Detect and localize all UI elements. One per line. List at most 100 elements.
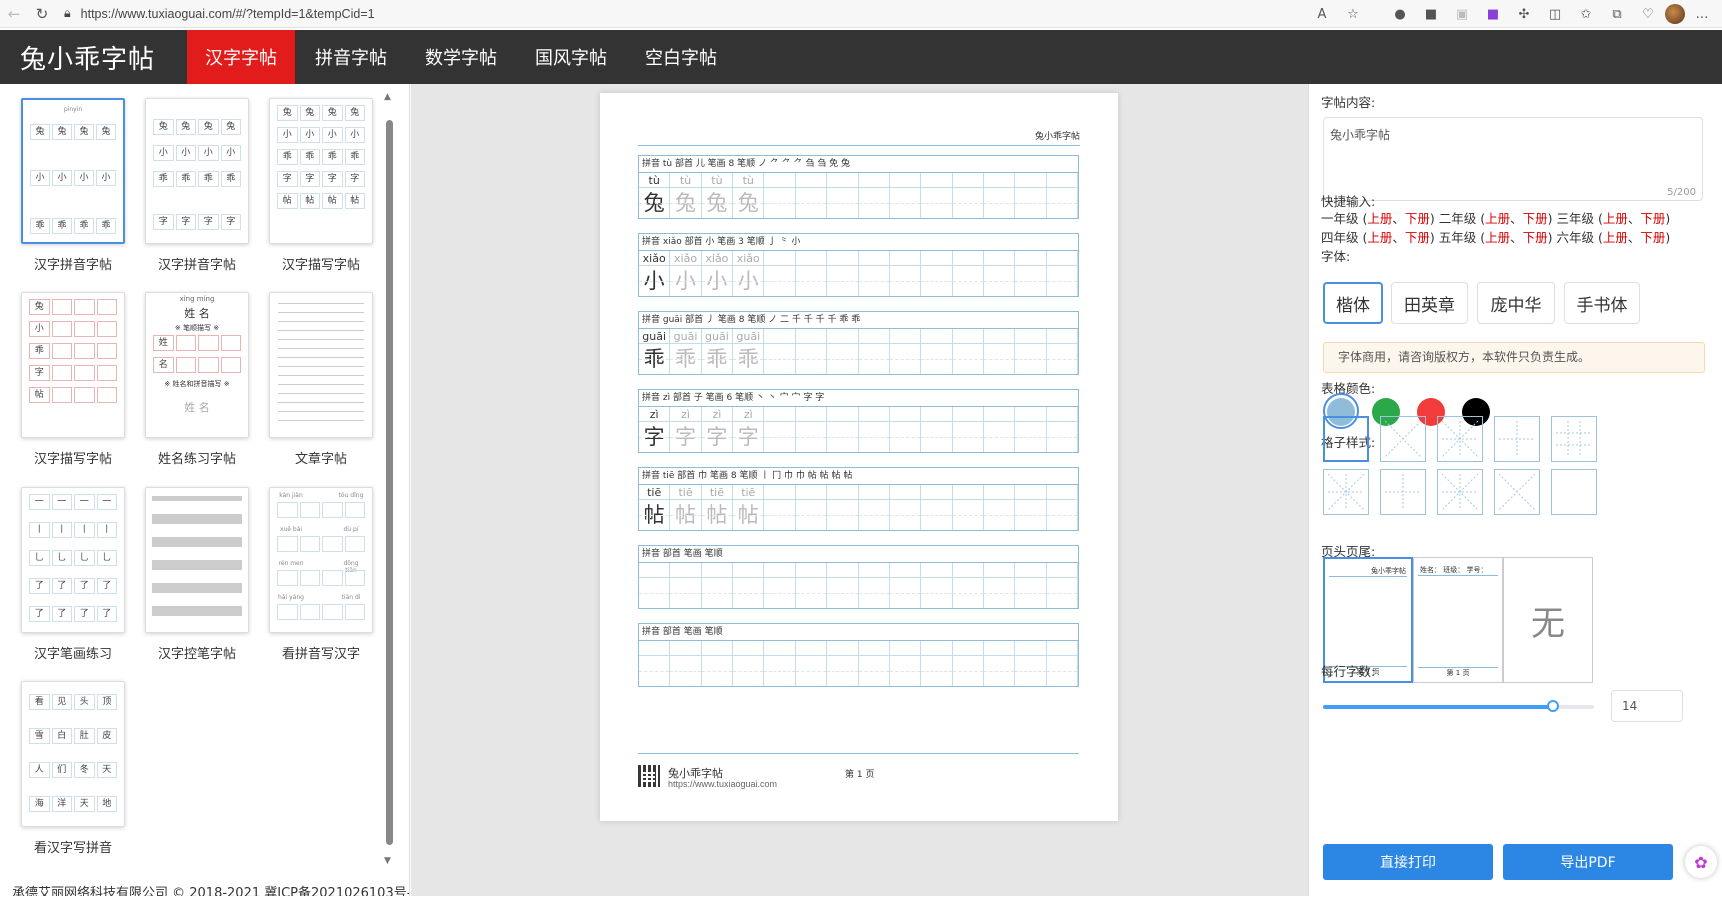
grade6-down-link[interactable]: 下册 bbox=[1640, 230, 1665, 245]
grade2-up-link[interactable]: 上册 bbox=[1485, 211, 1510, 226]
headfoot-style-none[interactable]: 无 bbox=[1503, 557, 1593, 683]
nav-guofeng[interactable]: 国风字帖 bbox=[517, 30, 625, 84]
slider-handle[interactable] bbox=[1547, 700, 1560, 712]
extension-icon[interactable]: ■ bbox=[1479, 0, 1507, 28]
grade5-down-link[interactable]: 下册 bbox=[1523, 230, 1548, 245]
content-textarea[interactable]: 兔小乖字帖 5/200 bbox=[1323, 117, 1703, 201]
grade5-up-link[interactable]: 上册 bbox=[1485, 230, 1510, 245]
template-name: 汉字描写字帖 bbox=[33, 452, 112, 467]
preview-paper: 兔小乖字帖 拼音 tù 部首 儿 笔画 8 笔顺 ノ ⺈ ⺈ ⺈ 刍 刍 免 兔… bbox=[600, 93, 1118, 821]
extension-icon[interactable]: ● bbox=[1386, 0, 1414, 28]
avatar[interactable] bbox=[1665, 4, 1685, 24]
template-thumbnail[interactable]: kàn jiàn tóu dǐng xuě bái dù pí rén men dōn… bbox=[269, 487, 373, 633]
char-cell bbox=[952, 500, 984, 530]
pinyin-cell bbox=[859, 173, 890, 188]
char-cell: 兔 bbox=[733, 188, 765, 218]
address-bar[interactable]: 🔒︎ https://www.tuxiaoguai.com/#/?tempId=… bbox=[64, 6, 375, 21]
char-cell bbox=[670, 656, 702, 686]
nav-math[interactable]: 数学字帖 bbox=[407, 30, 515, 84]
more-icon[interactable]: … bbox=[1688, 0, 1716, 28]
font-shoushu-button[interactable]: 手书体 bbox=[1564, 282, 1640, 324]
pinyin-cell bbox=[984, 563, 1016, 578]
grid-style-option[interactable] bbox=[1323, 469, 1369, 515]
nav-hanzi[interactable]: 汉字字帖 bbox=[187, 30, 295, 84]
grid-style-option[interactable] bbox=[1380, 469, 1426, 515]
template-thumbnail[interactable]: 兔兔兔兔 小小小小 乖乖乖乖 字字字字 帖帖帖帖 bbox=[269, 98, 373, 244]
template-card[interactable]: 汉字控笔字帖 bbox=[141, 487, 253, 662]
split-screen-icon[interactable]: ◫ bbox=[1541, 0, 1569, 28]
puzzle-icon[interactable]: ✣ bbox=[1510, 0, 1538, 28]
template-thumbnail[interactable] bbox=[269, 292, 373, 438]
template-thumbnail[interactable] bbox=[145, 487, 249, 633]
pinyin-cell bbox=[639, 641, 671, 656]
back-icon[interactable]: ← bbox=[0, 0, 28, 28]
refresh-icon[interactable]: ↻ bbox=[28, 0, 56, 28]
extension-icon[interactable]: ■ bbox=[1417, 0, 1445, 28]
template-thumbnail[interactable]: 兔 小 乖 字 帖 bbox=[21, 292, 125, 438]
char-cell bbox=[795, 188, 828, 218]
grade6-up-link[interactable]: 上册 bbox=[1603, 230, 1628, 245]
performance-icon[interactable]: ♡ bbox=[1634, 0, 1662, 28]
char-cell: 兔 bbox=[639, 188, 671, 218]
template-thumbnail[interactable]: 一一一一 丨丨丨丨 乚乚乚乚 了了了了 了了了了 bbox=[21, 487, 125, 633]
per-row-slider[interactable] bbox=[1323, 700, 1594, 712]
font-tianyingzhang-button[interactable]: 田英章 bbox=[1391, 282, 1468, 324]
char-cell bbox=[952, 578, 984, 608]
font-kaiti-button[interactable]: 楷体 bbox=[1323, 282, 1383, 324]
template-card[interactable]: 一一一一 丨丨丨丨 乚乚乚乚 了了了了 了了了了 汉字笔画练习 bbox=[17, 487, 129, 662]
grade2-down-link[interactable]: 下册 bbox=[1523, 211, 1548, 226]
template-thumbnail[interactable]: pinyin 兔兔兔兔 小小小小 乖乖乖乖 bbox=[21, 98, 125, 244]
nav-pinyin[interactable]: 拼音字帖 bbox=[297, 30, 405, 84]
pinyin-cell: tù bbox=[702, 173, 734, 188]
grid-style-option[interactable] bbox=[1437, 469, 1483, 515]
template-thumbnail[interactable]: 看见头顶 雪白肚皮 人们冬天 海洋天地 bbox=[21, 681, 125, 827]
headfoot-style-2[interactable]: 姓名： 班级： 学号： 第 1 页 bbox=[1413, 557, 1503, 683]
extension-icon[interactable]: ▣ bbox=[1448, 0, 1476, 28]
nav-blank[interactable]: 空白字帖 bbox=[627, 30, 735, 84]
grid-style-option[interactable] bbox=[1551, 416, 1597, 462]
template-card[interactable]: 兔 小 乖 字 帖 汉字描写字帖 bbox=[17, 292, 129, 467]
char-cell bbox=[827, 188, 859, 218]
grade3-up-link[interactable]: 上册 bbox=[1603, 211, 1628, 226]
template-card[interactable]: 看见头顶 雪白肚皮 人们冬天 海洋天地 看汉字写拼音 bbox=[17, 681, 129, 856]
template-card[interactable]: pinyin 兔兔兔兔 小小小小 乖乖乖乖 汉字拼音字帖 bbox=[17, 98, 129, 273]
pinyin-cell bbox=[890, 641, 922, 656]
grid-style-option[interactable] bbox=[1494, 469, 1540, 515]
favorite-star-icon[interactable]: ☆ bbox=[1339, 0, 1367, 28]
template-card[interactable]: 兔兔兔兔 小小小小 乖乖乖乖 字字字字 汉字拼音字帖 bbox=[141, 98, 253, 273]
template-card[interactable]: 兔兔兔兔 小小小小 乖乖乖乖 字字字字 帖帖帖帖 汉字描写字帖 bbox=[265, 98, 377, 273]
grade4-up-link[interactable]: 上册 bbox=[1367, 230, 1392, 245]
favorites-icon[interactable]: ✩ bbox=[1572, 0, 1600, 28]
grade1-up-link[interactable]: 上册 bbox=[1367, 211, 1392, 226]
grid-style-option[interactable] bbox=[1494, 416, 1540, 462]
grid-style-option[interactable] bbox=[1551, 469, 1597, 515]
per-row-input[interactable]: 14 bbox=[1611, 690, 1683, 722]
practice-row: 拼音 tù 部首 儿 笔画 8 笔顺 ノ ⺈ ⺈ ⺈ 刍 刍 免 兔 tù tù tù… bbox=[638, 155, 1079, 219]
scroll-up-arrow-icon[interactable]: ▲ bbox=[384, 92, 391, 102]
grade4-down-link[interactable]: 下册 bbox=[1405, 230, 1430, 245]
template-thumbnail[interactable]: 兔兔兔兔 小小小小 乖乖乖乖 字字字字 bbox=[145, 98, 249, 244]
template-card[interactable]: xìng míng 姓 名 ※ 笔顺描写 ※ 姓 名 ※ 姓名和拼音描写 ※ 姓… bbox=[141, 292, 253, 467]
collections-icon[interactable]: ⧉ bbox=[1603, 0, 1631, 28]
qr-code-icon bbox=[638, 765, 660, 787]
grid-style-option[interactable] bbox=[1380, 416, 1426, 462]
scrollbar[interactable] bbox=[386, 120, 393, 845]
template-card[interactable]: kàn jiàn tóu dǐng xuě bái dù pí rén men dōn… bbox=[265, 487, 377, 662]
read-aloud-icon[interactable]: A bbox=[1308, 0, 1336, 28]
char-cell bbox=[858, 656, 890, 686]
grid-style-option[interactable] bbox=[1437, 416, 1483, 462]
pinyin-cell bbox=[764, 563, 796, 578]
scroll-down-arrow-icon[interactable]: ▼ bbox=[384, 856, 391, 866]
font-pangzhonghua-button[interactable]: 庞中华 bbox=[1477, 282, 1555, 324]
site-logo[interactable]: 兔小乖字帖 bbox=[0, 39, 187, 76]
export-pdf-button[interactable]: 导出PDF bbox=[1503, 844, 1673, 880]
template-name: 汉字控笔字帖 bbox=[157, 647, 236, 662]
grade1-down-link[interactable]: 下册 bbox=[1405, 211, 1430, 226]
template-thumbnail[interactable]: xìng míng 姓 名 ※ 笔顺描写 ※ 姓 名 ※ 姓名和拼音描写 ※ 姓… bbox=[145, 292, 249, 438]
print-button[interactable]: 直接打印 bbox=[1323, 844, 1493, 880]
template-card[interactable]: 文章字帖 bbox=[265, 292, 377, 467]
grid-style-option[interactable] bbox=[1323, 416, 1369, 462]
grade3-down-link[interactable]: 下册 bbox=[1640, 211, 1665, 226]
content-value: 兔小乖字帖 bbox=[1330, 128, 1391, 142]
assistant-icon[interactable]: ✿ bbox=[1685, 846, 1717, 878]
